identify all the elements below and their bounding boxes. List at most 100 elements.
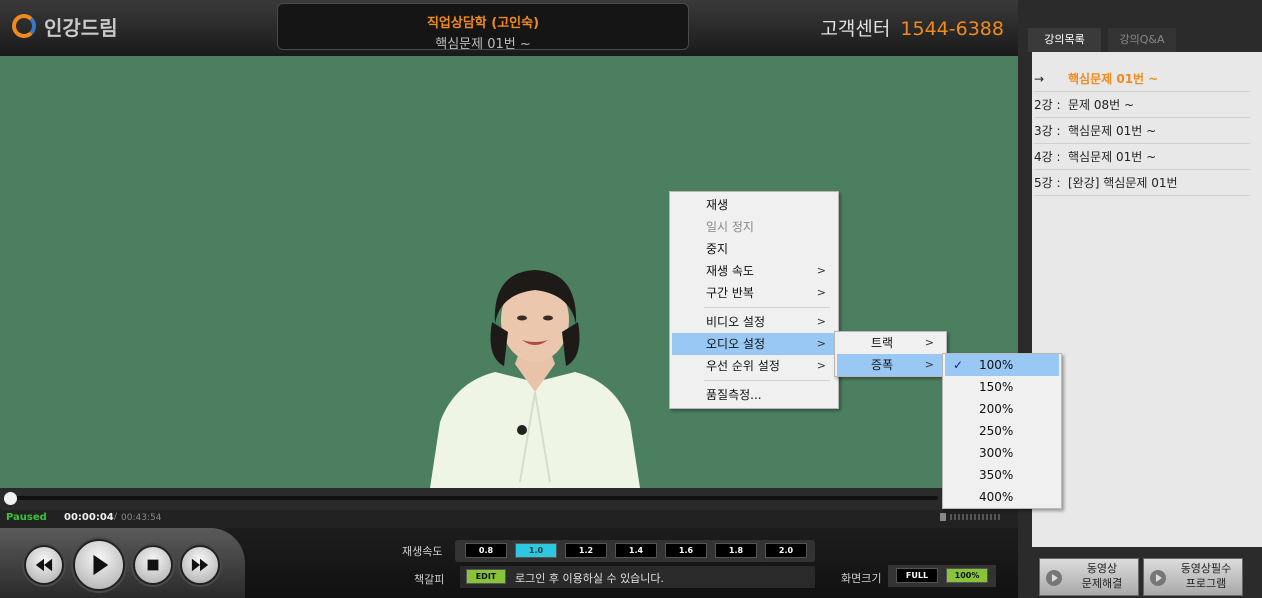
chevron-right-icon: > [816, 264, 826, 277]
menu-item-amp-200[interactable]: 200% [945, 398, 1059, 420]
screen-size-label: 화면크기 [841, 572, 882, 585]
menu-item-label: 트랙 [871, 336, 894, 350]
fast-forward-icon [191, 558, 209, 572]
lecture-item[interactable]: 5강 : [완강] 핵심문제 01번 [1034, 170, 1250, 196]
chevron-right-icon: > [816, 315, 826, 328]
lecture-title: 핵심문제 01번 ~ [435, 37, 531, 52]
bookmark-label: 책갈피 [414, 573, 445, 586]
time-bar: Paused 00:00:04 / 00:43:54 [0, 510, 1018, 528]
menu-item-label: 증폭 [871, 358, 894, 372]
speed-selector: 0.8 1.0 1.2 1.4 1.6 1.8 2.0 [455, 540, 815, 562]
lecture-number: 3강 : [1034, 124, 1061, 138]
speed-button[interactable]: 1.2 [565, 543, 607, 558]
speed-button-active[interactable]: 1.0 [515, 543, 557, 558]
menu-item-amp-150[interactable]: 150% [945, 376, 1059, 398]
menu-item-amp-350[interactable]: 350% [945, 464, 1059, 486]
stop-button[interactable] [133, 545, 173, 585]
lecture-list: → 핵심문제 01번 ~ 2강 : 문제 08번 ~ 3강 : 핵심문제 01번… [1032, 52, 1262, 547]
lecture-title: 핵심문제 01번 ~ [1068, 124, 1157, 138]
menu-separator [704, 380, 830, 381]
size-100-button[interactable]: 100% [946, 568, 988, 583]
menu-item-video-settings[interactable]: 비디오 설정 > [672, 311, 836, 333]
play-circle-icon [1150, 570, 1166, 586]
chevron-right-icon: > [816, 337, 826, 350]
menu-item-amp-400[interactable]: 400% [945, 486, 1059, 508]
lecturer-figure [430, 270, 640, 488]
menu-item-priority-settings[interactable]: 우선 순위 설정 > [672, 355, 836, 377]
menu-item-amp-300[interactable]: 300% [945, 442, 1059, 464]
button-label-line2: 프로그램 [1185, 577, 1227, 590]
button-label-line1: 동영상 [1086, 562, 1118, 575]
sidebar-bottom: 동영상 문제해결 동영상필수프로그램 [1018, 548, 1262, 598]
button-label: 동영상 문제해결 [1068, 561, 1136, 591]
volume-slider[interactable] [950, 514, 1002, 520]
video-troubleshoot-button[interactable]: 동영상 문제해결 [1039, 558, 1139, 596]
play-button[interactable] [73, 539, 125, 591]
speed-button[interactable]: 1.6 [665, 543, 707, 558]
menu-item-play[interactable]: 재생 [672, 194, 836, 216]
menu-item-label: 우선 순위 설정 [706, 359, 780, 373]
play-circle-icon [1046, 570, 1062, 586]
title-box: 직업상담학 (고인숙) 핵심문제 01번 ~ [277, 3, 689, 52]
chevron-right-icon: > [924, 336, 934, 349]
menu-item-amp-250[interactable]: 250% [945, 420, 1059, 442]
speed-button[interactable]: 0.8 [465, 543, 507, 558]
rewind-button[interactable] [24, 545, 64, 585]
speaker-icon[interactable] [940, 513, 946, 521]
button-label: 동영상필수프로그램 [1172, 561, 1240, 591]
menu-item-pause: 일시 정지 [706, 220, 754, 234]
menu-item-amp-100[interactable]: ✓ 100% [945, 354, 1059, 376]
course-title: 직업상담학 (고인숙) [426, 16, 540, 31]
seek-bar[interactable] [0, 488, 1018, 510]
tab-lecture-list[interactable]: 강의목록 [1028, 28, 1101, 52]
logo: 인강드림 [12, 10, 118, 42]
customer-center: 고객센터 1544-6388 [820, 14, 1004, 41]
seek-track[interactable] [8, 496, 938, 500]
player-window: 인강드림 직업상담학 (고인숙) 핵심문제 01번 ~ 고객센터 1544-63… [0, 0, 1262, 598]
lecture-item[interactable]: 3강 : 핵심문제 01번 ~ [1034, 118, 1250, 144]
menu-item-quality-measure[interactable]: 품질측정... [672, 384, 836, 406]
amplify-submenu: ✓ 100% 150% 200% 250% 300% 350% 400% [942, 353, 1062, 509]
chevron-right-icon: > [924, 358, 934, 371]
menu-separator [704, 307, 830, 308]
speed-button[interactable]: 2.0 [765, 543, 807, 558]
bookmark-edit-button[interactable]: EDIT [466, 569, 506, 584]
tab-lecture-qa[interactable]: 강의Q&A [1108, 28, 1176, 52]
lecture-title: 문제 08번 ~ [1068, 98, 1135, 112]
stop-icon [147, 559, 159, 571]
menu-item-playback-speed[interactable]: 재생 속도 > [672, 260, 836, 282]
speed-button[interactable]: 1.4 [615, 543, 657, 558]
volume-control[interactable] [940, 512, 1002, 522]
menu-item-label: 비디오 설정 [706, 315, 766, 329]
logo-text: 인강드림 [44, 15, 118, 40]
menu-item-stop[interactable]: 중지 [672, 238, 836, 260]
fast-forward-button[interactable] [180, 545, 220, 585]
lecture-item-current[interactable]: → 핵심문제 01번 ~ [1034, 66, 1250, 92]
check-icon: ✓ [953, 358, 964, 372]
required-program-button[interactable]: 동영상필수프로그램 [1143, 558, 1243, 596]
button-label-line1: 동영상필수 [1180, 562, 1232, 575]
lecture-title: 핵심문제 01번 ~ [1068, 72, 1159, 86]
customer-center-label: 고객센터 [820, 18, 891, 40]
menu-item-section-repeat[interactable]: 구간 반복 > [672, 282, 836, 304]
menu-item-amplify[interactable]: 증폭 > [837, 354, 944, 376]
control-panel: 재생속도 0.8 1.0 1.2 1.4 1.6 1.8 2.0 책갈피 EDI… [0, 528, 1018, 598]
lecture-item[interactable]: 2강 : 문제 08번 ~ [1034, 92, 1250, 118]
chevron-right-icon: > [816, 359, 826, 372]
lecture-title: 핵심문제 01번 ~ [1068, 150, 1157, 164]
current-time: 00:00:04 [64, 512, 114, 523]
fullscreen-button[interactable]: FULL [896, 568, 938, 583]
speed-button[interactable]: 1.8 [715, 543, 757, 558]
context-menu: 재생 일시 정지 중지 재생 속도 > 구간 반복 > 비디오 설정 > 오디오 설정… [669, 191, 839, 409]
play-icon [93, 554, 109, 576]
menu-item-audio-settings[interactable]: 오디오 설정 > [672, 333, 836, 355]
total-time: 00:43:54 [121, 513, 162, 523]
transport-panel [0, 528, 245, 598]
logo-mark [12, 14, 36, 38]
menu-item-track[interactable]: 트랙 > [837, 332, 944, 354]
screen-size-selector: FULL 100% [888, 565, 996, 587]
video-area[interactable] [0, 56, 1018, 488]
seek-handle[interactable] [4, 492, 18, 505]
lecture-item[interactable]: 4강 : 핵심문제 01번 ~ [1034, 144, 1250, 170]
bookmark-message: 로그인 후 이용하실 수 있습니다. [515, 572, 665, 585]
